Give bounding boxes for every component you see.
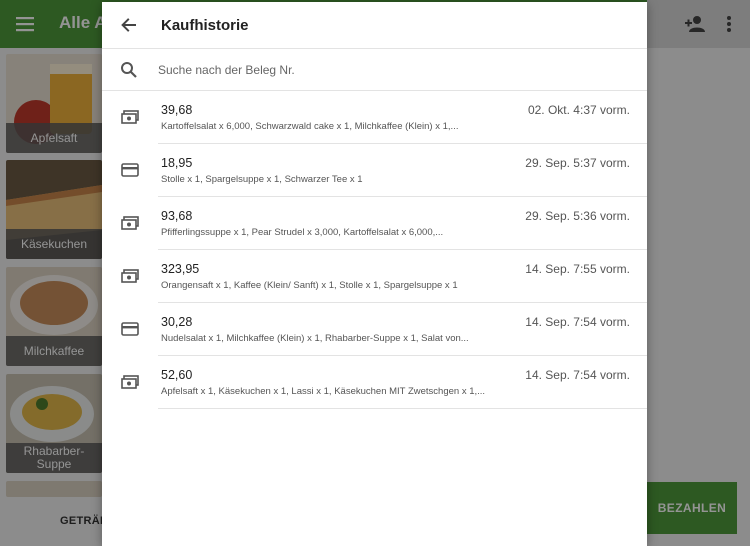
receipt-row[interactable]: 30,28 Nudelsalat x 1, Milchkaffee (Klein… bbox=[102, 303, 647, 356]
receipt-search-input[interactable] bbox=[158, 59, 628, 81]
cash-icon bbox=[121, 216, 139, 230]
search-icon bbox=[121, 62, 137, 78]
receipt-amount: 39,68 bbox=[161, 103, 193, 117]
receipt-list: 39,68 Kartoffelsalat x 6,000, Schwarzwal… bbox=[102, 91, 647, 409]
receipt-items: Kartoffelsalat x 6,000, Schwarzwald cake… bbox=[161, 121, 459, 132]
receipt-row[interactable]: 39,68 Kartoffelsalat x 6,000, Schwarzwal… bbox=[102, 91, 647, 144]
receipt-date: 29. Sep. 5:36 vorm. bbox=[525, 209, 630, 223]
receipt-items: Pfifferlingssuppe x 1, Pear Strudel x 3,… bbox=[161, 227, 444, 238]
receipt-date: 14. Sep. 7:54 vorm. bbox=[525, 368, 630, 382]
cash-icon bbox=[121, 110, 139, 124]
receipt-amount: 52,60 bbox=[161, 368, 193, 382]
back-arrow-icon[interactable] bbox=[118, 14, 140, 36]
receipt-row[interactable]: 93,68 Pfifferlingssuppe x 1, Pear Strude… bbox=[102, 197, 647, 250]
receipt-items: Nudelsalat x 1, Milchkaffee (Klein) x 1,… bbox=[161, 333, 469, 344]
receipt-amount: 323,95 bbox=[161, 262, 200, 276]
receipt-date: 29. Sep. 5:37 vorm. bbox=[525, 156, 630, 170]
receipt-row[interactable]: 323,95 Orangensaft x 1, Kaffee (Klein/ S… bbox=[102, 250, 647, 303]
receipt-amount: 18,95 bbox=[161, 156, 193, 170]
receipt-row[interactable]: 18,95 Stolle x 1, Spargelsuppe x 1, Schw… bbox=[102, 144, 647, 197]
purchase-history-dialog: Kaufhistorie 39,68 Kartoffelsalat x 6,00… bbox=[102, 2, 647, 546]
receipt-items: Apfelsaft x 1, Käsekuchen x 1, Lassi x 1… bbox=[161, 386, 486, 397]
receipt-date: 14. Sep. 7:54 vorm. bbox=[525, 315, 630, 329]
card-icon bbox=[121, 322, 139, 336]
receipt-row[interactable]: 52,60 Apfelsaft x 1, Käsekuchen x 1, Las… bbox=[102, 356, 647, 409]
receipt-date: 14. Sep. 7:55 vorm. bbox=[525, 262, 630, 276]
dialog-header: Kaufhistorie bbox=[102, 2, 647, 49]
receipt-items: Orangensaft x 1, Kaffee (Klein/ Sanft) x… bbox=[161, 280, 458, 291]
cash-icon bbox=[121, 375, 139, 389]
dialog-title: Kaufhistorie bbox=[161, 17, 249, 34]
search-bar bbox=[102, 49, 647, 91]
cash-icon bbox=[121, 269, 139, 283]
card-icon bbox=[121, 163, 139, 177]
receipt-items: Stolle x 1, Spargelsuppe x 1, Schwarzer … bbox=[161, 174, 363, 185]
receipt-amount: 93,68 bbox=[161, 209, 193, 223]
receipt-date: 02. Okt. 4:37 vorm. bbox=[527, 103, 630, 117]
receipt-amount: 30,28 bbox=[161, 315, 193, 329]
